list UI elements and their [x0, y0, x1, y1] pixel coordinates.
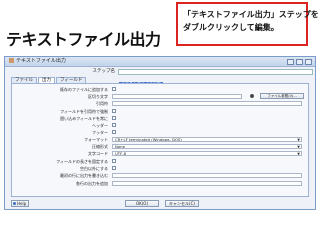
ok-button[interactable]: OK(O)	[125, 200, 159, 207]
disable-enclosure-fix-label: 囲い込みフィールドを常に	[60, 116, 108, 121]
minimize-icon[interactable]	[287, 59, 294, 65]
disable-enclosure-fix-row: 囲い込みフィールドを常に	[12, 115, 308, 122]
instruction-callout: 「テキストファイル出力」ステップを ダブルクリックして編集。	[176, 2, 319, 46]
footer-checkbox[interactable]	[112, 130, 116, 134]
split-every-input[interactable]	[112, 173, 302, 178]
step-name-row: ステップ名 テキストファイル出力	[5, 68, 315, 86]
end-line-row: 各行の出力を追加	[12, 180, 308, 187]
compression-row: 圧縮形式 None ▼	[12, 143, 308, 150]
fast-data-dump-row: 空白以外にする	[12, 165, 308, 172]
browse-button[interactable]: ファイル参照(V)...	[260, 93, 304, 99]
force-enclosure-label: フィールドを引用符で強制	[60, 109, 108, 114]
callout-line-2: ダブルクリックして編集。	[183, 23, 279, 32]
encoding-select[interactable]: UTF-8 ▼	[112, 151, 302, 156]
compression-label: 圧縮形式	[92, 144, 108, 149]
format-row: フォーマット CR+LF terminated (Windows, DOS) ▼	[12, 136, 308, 143]
chevron-down-icon: ▼	[297, 152, 300, 156]
force-enclosure-row: フィールドを引用符で強制	[12, 108, 308, 115]
force-enclosure-checkbox[interactable]	[112, 109, 116, 113]
header-checkbox[interactable]	[112, 123, 116, 127]
maximize-icon[interactable]	[296, 59, 303, 65]
fast-data-dump-checkbox[interactable]	[112, 166, 116, 170]
disable-enclosure-fix-checkbox[interactable]	[112, 116, 116, 120]
encoding-row: 文字コード UTF-8 ▼	[12, 150, 308, 157]
header-row: ヘッダー	[12, 122, 308, 129]
append-row: 既存のファイルに追加する	[12, 86, 308, 93]
fast-data-dump-label: 空白以外にする	[79, 166, 108, 171]
insert-tab-radio[interactable]	[250, 94, 254, 98]
help-button[interactable]: Help	[11, 200, 29, 207]
fixed-length-label: フィールドの長さを固定する	[56, 159, 108, 164]
app-icon	[9, 58, 14, 63]
step-name-input[interactable]: テキストファイル出力	[118, 69, 313, 86]
encoding-label: 文字コード	[88, 151, 108, 156]
footer-row: フッター	[12, 129, 308, 136]
step-name-label: ステップ名	[92, 69, 116, 74]
compression-select[interactable]: None ▼	[112, 144, 302, 149]
content-tab-panel: 既存のファイルに追加する 区切り文字 ファイル参照(V)... 引用符 フィール…	[11, 83, 309, 197]
fixed-length-row: フィールドの長さを固定する	[12, 158, 308, 165]
end-line-input[interactable]	[112, 181, 302, 186]
chevron-down-icon: ▼	[297, 138, 300, 142]
separator-row: 区切り文字 ファイル参照(V)...	[12, 93, 308, 100]
dialog-button-bar: Help OK(O) キャンセル(C)	[5, 199, 315, 209]
format-label: フォーマット	[84, 137, 108, 142]
enclosure-row: 引用符	[12, 100, 308, 107]
end-line-label: 各行の出力を追加	[76, 181, 108, 186]
format-value: CR+LF terminated (Windows, DOS)	[115, 137, 182, 142]
help-label: Help	[17, 201, 27, 206]
window-controls	[287, 59, 312, 65]
dialog-title: テキストファイル出力	[16, 58, 66, 64]
callout-line-1: 「テキストファイル出力」ステップを	[183, 10, 319, 19]
encoding-value: UTF-8	[115, 151, 127, 156]
append-label: 既存のファイルに追加する	[60, 87, 108, 92]
enclosure-input[interactable]	[112, 101, 302, 106]
format-select[interactable]: CR+LF terminated (Windows, DOS) ▼	[112, 137, 302, 142]
separator-input[interactable]	[112, 94, 242, 99]
append-checkbox[interactable]	[112, 87, 116, 91]
text-file-output-dialog: テキストファイル出力 ステップ名 テキストファイル出力 ファイル 出力 フィール…	[4, 56, 316, 210]
footer-label: フッター	[92, 130, 108, 135]
split-every-row: 最初の行に出力を書き込む	[12, 172, 308, 179]
split-every-label: 最初の行に出力を書き込む	[60, 173, 108, 178]
enclosure-label: 引用符	[96, 101, 108, 106]
fixed-length-checkbox[interactable]	[112, 159, 116, 163]
dialog-titlebar[interactable]: テキストファイル出力	[5, 57, 315, 67]
help-icon	[13, 202, 16, 205]
separator-label: 区切り文字	[88, 94, 108, 99]
cancel-button[interactable]: キャンセル(C)	[165, 200, 199, 207]
header-label: ヘッダー	[92, 123, 108, 128]
page-headline: テキストファイル出力	[6, 30, 161, 49]
chevron-down-icon: ▼	[297, 145, 300, 149]
close-icon[interactable]	[305, 59, 312, 65]
compression-value: None	[115, 144, 125, 149]
